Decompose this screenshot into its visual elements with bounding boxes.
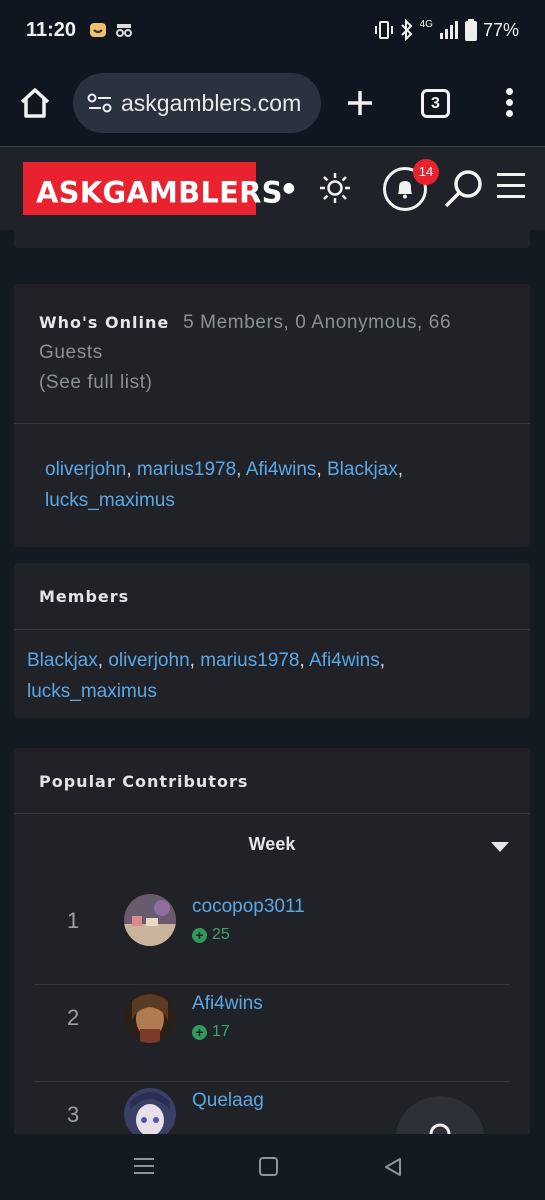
bluetooth-icon [400, 19, 413, 41]
home-button[interactable] [18, 86, 52, 120]
more-vert-icon[interactable] [500, 86, 518, 120]
avatar[interactable] [124, 894, 176, 946]
avatar[interactable] [124, 1088, 176, 1134]
battery-icon [464, 19, 477, 41]
contributor-row[interactable]: 1 cocopop3011 +25 [34, 888, 510, 985]
hamburger-icon[interactable] [497, 173, 527, 203]
bell-icon [398, 181, 412, 199]
member-link[interactable]: lucks_maximus [45, 490, 175, 511]
search-icon [444, 170, 482, 208]
member-link[interactable]: Blackjax [327, 459, 398, 480]
plus-circle-icon: + [192, 1024, 207, 1040]
member-link[interactable]: marius1978 [200, 650, 299, 671]
recents-button[interactable] [134, 1158, 154, 1176]
page-content: Who's Online 5 Members, 0 Anonymous, 66 … [0, 230, 545, 1134]
search-button[interactable] [442, 167, 486, 211]
divider [14, 813, 530, 814]
contributor-name[interactable]: Afi4wins [192, 993, 263, 1015]
status-bar: 11:20 4G 77% [0, 0, 545, 60]
avatar[interactable] [124, 991, 176, 1043]
period-select[interactable]: Week [14, 834, 530, 855]
members-card: Members Blackjax, oliverjohn, marius1978… [14, 563, 530, 718]
reputation: +17 [192, 1023, 230, 1041]
plus-icon [348, 91, 372, 115]
browser-toolbar: askgamblers.com 3 [0, 60, 545, 146]
popular-contributors-card: Popular Contributors Week 1 cocopop3011 … [14, 748, 530, 1134]
divider [14, 423, 530, 424]
back-button[interactable] [382, 1156, 404, 1178]
notification-count-badge: 14 [413, 159, 439, 185]
home-icon [20, 88, 50, 118]
member-link[interactable]: marius1978 [137, 459, 236, 480]
contributor-rank: 1 [67, 908, 80, 933]
sun-icon [320, 173, 350, 203]
member-link[interactable]: lucks_maximus [27, 681, 157, 702]
member-link[interactable]: Afi4wins [309, 650, 380, 671]
new-tab-button[interactable] [344, 84, 376, 122]
member-link[interactable]: Afi4wins [246, 459, 317, 480]
contributor-name[interactable]: cocopop3011 [192, 896, 305, 918]
system-nav-bar [0, 1134, 545, 1200]
divider [14, 629, 530, 630]
reputation: +25 [192, 926, 230, 944]
site-header: ASKGAMBLERS● 14 [0, 146, 545, 230]
popular-contributors-heading: Popular Contributors [39, 772, 249, 791]
back-icon [385, 1158, 401, 1176]
theme-toggle-button[interactable] [318, 171, 352, 205]
askgamblers-logo[interactable]: ASKGAMBLERS● [23, 162, 295, 215]
app-notification-icon [90, 23, 107, 37]
members-heading: Members [39, 587, 130, 606]
tabs-icon[interactable]: 3 [421, 89, 450, 118]
member-link[interactable]: Blackjax [27, 650, 98, 671]
vibrate-icon [374, 21, 393, 39]
site-settings-icon[interactable] [87, 92, 113, 114]
whos-online-label: Who's Online [39, 313, 170, 332]
see-full-list-link[interactable]: (See full list) [39, 372, 153, 393]
battery-percent: 77% [482, 19, 519, 40]
contributor-rank: 2 [67, 1005, 80, 1030]
chat-fab-button[interactable] [395, 1096, 485, 1134]
chevron-down-icon[interactable] [491, 842, 509, 852]
contributor-rank: 3 [67, 1102, 80, 1127]
url-text[interactable]: askgamblers.com [121, 90, 301, 117]
member-link[interactable]: oliverjohn [108, 650, 189, 671]
home-nav-button[interactable] [259, 1157, 278, 1176]
plus-circle-icon: + [192, 927, 207, 943]
status-time: 11:20 [26, 18, 77, 41]
online-members-list: oliverjohn, marius1978, Afi4wins, Blackj… [45, 459, 404, 511]
members-list: Blackjax, oliverjohn, marius1978, Afi4wi… [27, 650, 386, 702]
contributor-row[interactable]: 2 Afi4wins +17 [34, 985, 510, 1082]
address-bar[interactable]: askgamblers.com [73, 73, 321, 133]
whos-online-card: Who's Online 5 Members, 0 Anonymous, 66 … [14, 284, 530, 547]
network-type: 4G [419, 18, 433, 30]
chat-icon [429, 1123, 451, 1134]
member-link[interactable]: oliverjohn [45, 459, 126, 480]
signal-icon [439, 21, 458, 39]
contributor-name[interactable]: Quelaag [192, 1090, 264, 1112]
incognito-icon [116, 24, 133, 37]
card-bottom-edge [14, 230, 530, 248]
